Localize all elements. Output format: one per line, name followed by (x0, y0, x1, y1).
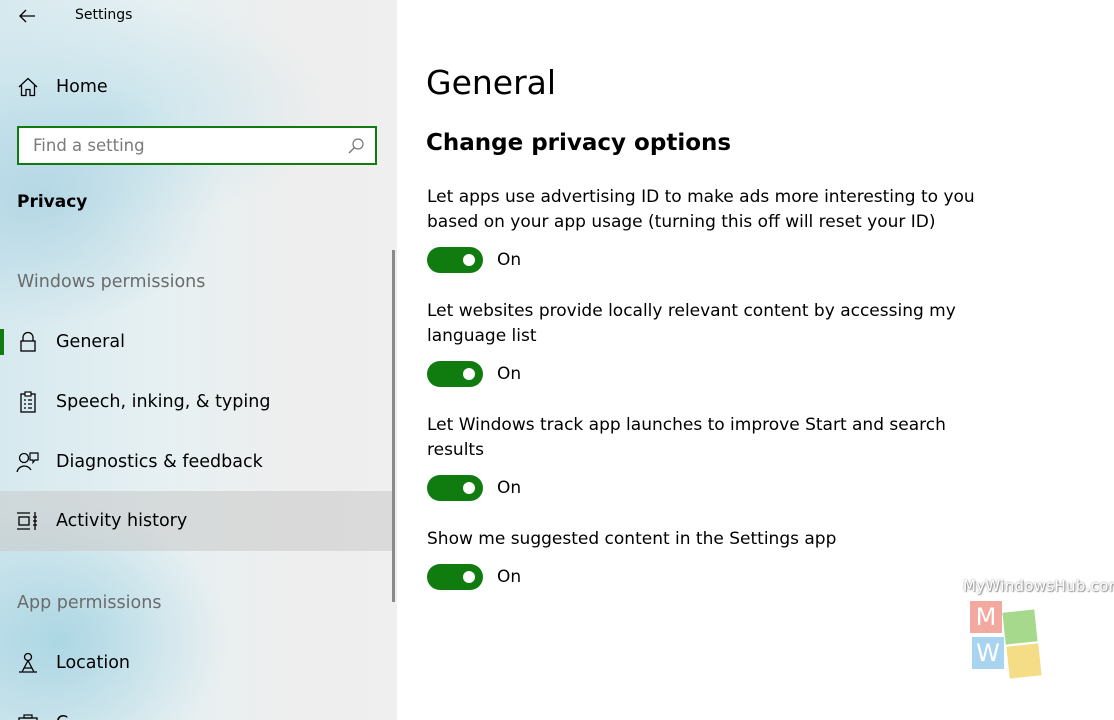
watermark-text: MyWindowsHub.com (963, 577, 1114, 595)
setting-description-language-list: Let websites provide locally relevant co… (427, 301, 956, 346)
toggle-knob (463, 254, 475, 266)
sidebar: Settings Home Privacy Windows permission… (0, 0, 397, 720)
location-person-icon (16, 651, 40, 675)
sidebar-item-camera[interactable]: C (0, 693, 394, 720)
clipboard-icon (16, 390, 40, 414)
app-launches-toggle[interactable] (427, 475, 483, 501)
sidebar-item-label: Activity history (56, 511, 188, 531)
setting-row-advertising-id: On (427, 247, 521, 273)
setting-description-app-launches: Let Windows track app launches to improv… (427, 415, 946, 460)
sidebar-item-label: Location (56, 653, 131, 673)
toggle-knob (463, 482, 475, 494)
sidebar-item-home[interactable]: Home (0, 57, 394, 117)
sidebar-item-label: General (56, 332, 125, 352)
page-title: General (426, 63, 557, 102)
suggested-content-toggle[interactable] (427, 564, 483, 590)
back-button[interactable] (14, 4, 40, 28)
sidebar-scrollbar[interactable] (392, 250, 395, 602)
toggle-state-label: On (497, 250, 522, 270)
search-input[interactable] (19, 136, 337, 155)
search-box[interactable] (17, 126, 377, 165)
toggle-state-label: On (497, 364, 522, 384)
language-list-toggle[interactable] (427, 361, 483, 387)
toggle-knob (463, 368, 475, 380)
watermark-logo: MyWindowsHub.com M W (960, 577, 1114, 697)
timeline-icon (16, 509, 40, 533)
logo-tile-red: M (970, 601, 1002, 633)
sidebar-item-label: Speech, inking, & typing (56, 392, 271, 412)
title-bar: Settings (0, 0, 397, 32)
section-title: Privacy (17, 192, 88, 212)
sidebar-item-diagnostics[interactable]: Diagnostics & feedback (0, 432, 394, 492)
setting-description-advertising-id: Let apps use advertising ID to make ads … (427, 187, 975, 232)
toggle-knob (463, 571, 475, 583)
sidebar-item-general[interactable]: General (0, 312, 394, 372)
logo-letter-m: M (975, 603, 997, 631)
toggle-state-label: On (497, 567, 522, 587)
sidebar-item-activity-history[interactable]: Activity history (0, 491, 394, 551)
selection-indicator (0, 329, 4, 355)
group-header-windows-permissions: Windows permissions (17, 272, 206, 292)
advertising-id-toggle[interactable] (427, 247, 483, 273)
camera-icon (16, 711, 40, 720)
logo-letter-w: W (976, 639, 1000, 667)
setting-row-suggested-content: On (427, 564, 521, 590)
lock-icon (16, 330, 40, 354)
logo-tile-blue: W (972, 637, 1004, 669)
toggle-state-label: On (497, 478, 522, 498)
group-header-app-permissions: App permissions (17, 593, 162, 613)
sidebar-item-label: C (56, 713, 68, 720)
app-title: Settings (75, 7, 133, 23)
sidebar-item-label: Diagnostics & feedback (56, 452, 263, 472)
setting-row-app-launches: On (427, 475, 521, 501)
setting-description-suggested-content: Show me suggested content in the Setting… (427, 529, 837, 549)
home-icon (16, 75, 40, 99)
back-arrow-icon (19, 9, 35, 23)
sidebar-item-speech[interactable]: Speech, inking, & typing (0, 372, 394, 432)
sidebar-item-label: Home (56, 77, 108, 97)
setting-row-language-list: On (427, 361, 521, 387)
section-title: Change privacy options (426, 130, 732, 156)
person-feedback-icon (16, 450, 40, 474)
logo-tile-green (1002, 609, 1038, 645)
search-icon[interactable] (347, 137, 365, 155)
logo-tile-yellow (1006, 643, 1042, 679)
sidebar-item-location[interactable]: Location (0, 633, 394, 693)
